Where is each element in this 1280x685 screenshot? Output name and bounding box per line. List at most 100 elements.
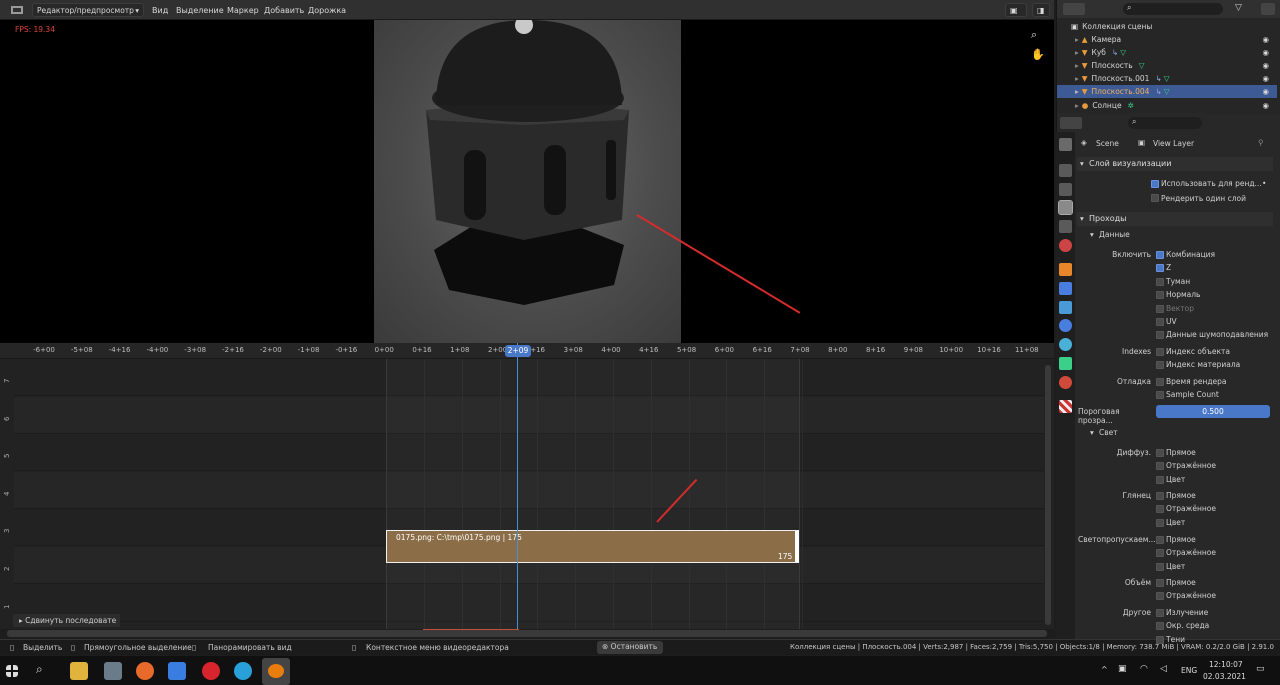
section-passes[interactable]: Проходы <box>1077 212 1273 226</box>
transmission-2-checkbox[interactable] <box>1156 562 1164 571</box>
network-icon[interactable]: ▣ <box>1118 664 1127 674</box>
volume-1-checkbox[interactable] <box>1156 592 1164 601</box>
other-2-checkbox[interactable] <box>1156 635 1164 644</box>
menu-view[interactable]: Вид <box>148 3 172 17</box>
strip-handle-right[interactable] <box>795 531 799 562</box>
zoom-icon[interactable]: ⌕ <box>1031 28 1037 42</box>
glossy-1-checkbox[interactable] <box>1156 505 1164 514</box>
particles-tab-icon[interactable] <box>1059 301 1072 314</box>
eye-icon[interactable]: ◉ <box>1262 61 1269 70</box>
overlay-icon[interactable]: ◨ <box>1032 3 1050 17</box>
pass-6-checkbox[interactable] <box>1156 331 1164 340</box>
scene-name[interactable]: Scene <box>1096 139 1119 148</box>
material-tab-icon[interactable] <box>1059 376 1072 389</box>
view-layer-name[interactable]: View Layer <box>1153 139 1194 148</box>
diffuse-2-checkbox[interactable] <box>1156 475 1164 484</box>
pass-0-checkbox[interactable] <box>1156 251 1164 259</box>
language-indicator[interactable]: ENG <box>1181 666 1197 675</box>
notifications-icon[interactable]: ▭ <box>1256 664 1265 674</box>
physics-tab-icon[interactable] <box>1059 319 1072 332</box>
scene-tab-icon[interactable] <box>1059 220 1072 233</box>
view-mode-dropdown[interactable]: Редактор/предпросмотр ▾ <box>32 3 144 17</box>
collection-row[interactable]: ▣ Коллекция сцены <box>1057 20 1277 33</box>
modifier-tab-icon[interactable] <box>1059 282 1072 295</box>
menu-marker[interactable]: Маркер <box>223 3 263 17</box>
telegram-icon[interactable] <box>234 662 252 680</box>
file-explorer-icon[interactable] <box>70 662 88 680</box>
hand-pan-icon[interactable]: ✋ <box>1031 48 1045 61</box>
word-icon[interactable] <box>168 662 186 680</box>
transmission-1-checkbox[interactable] <box>1156 549 1164 558</box>
diffuse-1-checkbox[interactable] <box>1156 462 1164 471</box>
glossy-2-checkbox[interactable] <box>1156 518 1164 527</box>
use-for-render-checkbox[interactable] <box>1151 180 1159 188</box>
eye-icon[interactable]: ◉ <box>1262 101 1269 110</box>
subsection-data[interactable]: Данные <box>1099 230 1130 239</box>
pass-4-checkbox[interactable] <box>1156 304 1164 313</box>
pin-icon[interactable]: ⚲ <box>1258 138 1264 147</box>
index-1-checkbox[interactable] <box>1156 361 1164 370</box>
sequencer-tracks[interactable]: 7 6 5 4 3 2 1 <box>0 359 1054 629</box>
outliner-search-input[interactable]: ⌕ <box>1123 3 1223 15</box>
eye-icon[interactable]: ◉ <box>1262 48 1269 57</box>
alpha-threshold-slider[interactable]: 0.500 <box>1156 405 1270 418</box>
firefox-icon[interactable] <box>136 662 154 680</box>
opera-icon[interactable] <box>202 662 220 680</box>
clock-time[interactable]: 12:10:07 <box>1209 660 1243 669</box>
world-tab-icon[interactable] <box>1059 239 1072 252</box>
properties-type-icon[interactable] <box>1060 117 1082 129</box>
tray-arrow-icon[interactable]: ^ <box>1101 665 1108 674</box>
other-1-checkbox[interactable] <box>1156 622 1164 631</box>
eye-icon[interactable]: ◉ <box>1262 35 1269 44</box>
volume-0-checkbox[interactable] <box>1156 579 1164 587</box>
other-0-checkbox[interactable] <box>1156 609 1164 617</box>
debug-0-checkbox[interactable] <box>1156 378 1164 386</box>
render-single-layer-checkbox[interactable] <box>1151 194 1159 202</box>
outliner-item-camera[interactable]: ▸ ▲ Камера ◉ <box>1057 33 1277 46</box>
app-icon[interactable] <box>104 662 122 680</box>
playhead-line[interactable] <box>517 343 518 629</box>
filter-icon[interactable]: ▽ <box>1235 3 1242 13</box>
properties-search-input[interactable]: ⌕ <box>1128 117 1202 129</box>
adjust-last-operation-panel[interactable]: ▸ Сдвинуть последовате <box>13 614 120 627</box>
clock-date[interactable]: 02.03.2021 <box>1203 672 1246 681</box>
index-0-checkbox[interactable] <box>1156 348 1164 356</box>
eye-icon[interactable]: ◉ <box>1262 74 1269 83</box>
render-tab-icon[interactable] <box>1059 164 1072 177</box>
new-collection-icon[interactable] <box>1261 3 1275 15</box>
menu-strip[interactable]: Дорожка <box>304 3 350 17</box>
display-mode-icon[interactable]: ▣ <box>1005 3 1027 17</box>
search-icon[interactable]: ⌕ <box>36 662 54 680</box>
horizontal-scrollbar[interactable] <box>7 630 1047 637</box>
texture-tab-icon[interactable] <box>1059 400 1072 413</box>
object-tab-icon[interactable] <box>1059 263 1072 276</box>
volume-icon[interactable]: ◁ <box>1160 664 1167 674</box>
diffuse-0-checkbox[interactable] <box>1156 449 1164 457</box>
blender-icon[interactable] <box>262 658 290 685</box>
transmission-0-checkbox[interactable] <box>1156 536 1164 544</box>
pass-2-checkbox[interactable] <box>1156 277 1164 286</box>
stop-render-button[interactable]: ⊗ Остановить <box>597 641 663 654</box>
outliner-type-icon[interactable] <box>1063 3 1085 15</box>
wifi-icon[interactable]: ◠ <box>1140 664 1148 674</box>
outliner-item-plane-001[interactable]: ▸ ▼ Плоскость.001 ↳ ▽ ◉ <box>1057 72 1277 85</box>
outliner-item-plane-004[interactable]: ▸ ▼ Плоскость.004 ↳ ▽ ◉ <box>1057 85 1277 98</box>
outliner-item-plane[interactable]: ▸ ▼ Плоскость ▽ ◉ <box>1057 59 1277 72</box>
outliner-item-cube[interactable]: ▸ ▼ Куб ↳ ▽ ◉ <box>1057 46 1277 59</box>
section-view-layer[interactable]: Слой визуализации <box>1077 157 1273 171</box>
constraints-tab-icon[interactable] <box>1059 338 1072 351</box>
editor-type-icon[interactable] <box>6 3 28 17</box>
data-tab-icon[interactable] <box>1059 357 1072 370</box>
output-tab-icon[interactable] <box>1059 183 1072 196</box>
eye-icon[interactable]: ◉ <box>1262 87 1269 96</box>
pass-1-checkbox[interactable] <box>1156 264 1164 273</box>
subsection-light[interactable]: Свет <box>1099 428 1118 437</box>
menu-select[interactable]: Выделение <box>172 3 228 17</box>
debug-1-checkbox[interactable] <box>1156 391 1164 400</box>
vertical-scrollbar[interactable] <box>1045 365 1051 625</box>
view-layer-tab-icon[interactable] <box>1058 200 1073 215</box>
pass-5-checkbox[interactable] <box>1156 318 1164 326</box>
tool-tab-icon[interactable] <box>1059 138 1072 151</box>
start-icon[interactable] <box>6 665 18 677</box>
menu-add[interactable]: Добавить <box>260 3 308 17</box>
